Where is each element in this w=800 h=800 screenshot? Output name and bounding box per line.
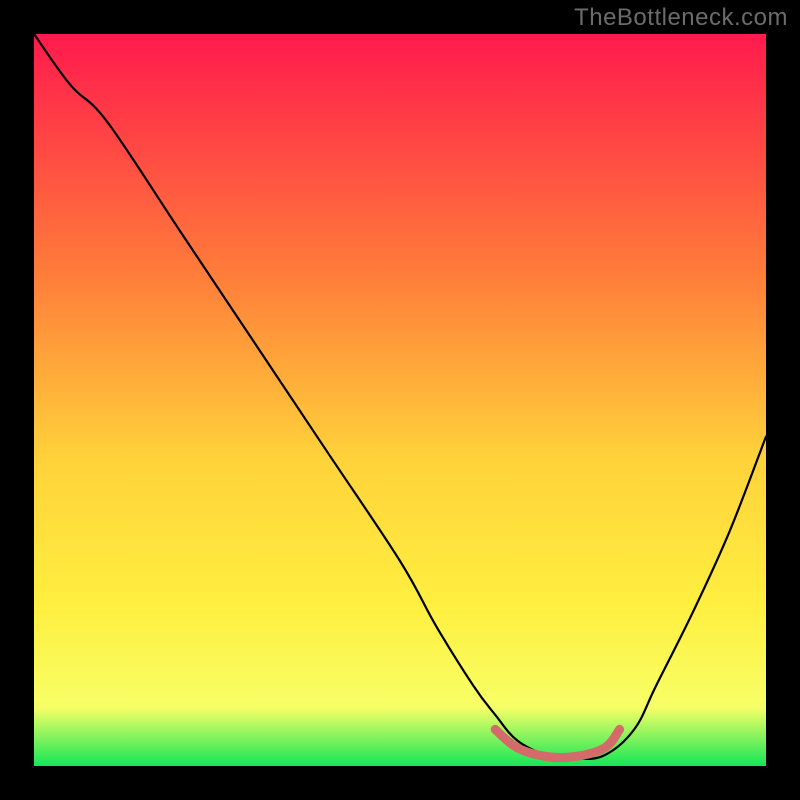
gradient-background — [34, 34, 766, 766]
plot-area — [34, 34, 766, 766]
bottleneck-chart — [34, 34, 766, 766]
watermark-text: TheBottleneck.com — [574, 4, 788, 32]
chart-frame: TheBottleneck.com — [0, 0, 800, 800]
